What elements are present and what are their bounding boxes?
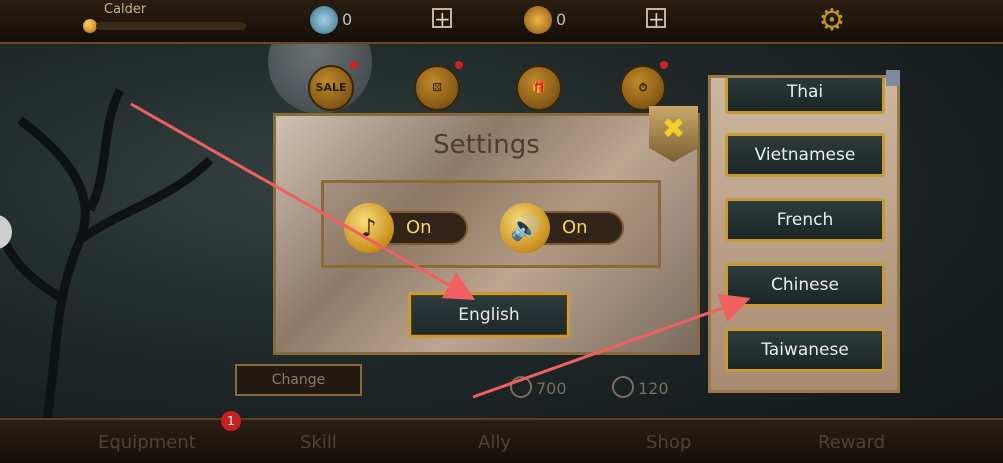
- notification-badge: 1: [221, 411, 241, 431]
- settings-panel: Settings ♪ On 🔊 On English: [273, 113, 700, 355]
- gift-icon[interactable]: 🎁: [516, 65, 562, 111]
- tab-reward[interactable]: Reward: [818, 432, 885, 453]
- change-button[interactable]: Change: [235, 364, 362, 396]
- language-list[interactable]: Thai Vietnamese French Chinese Taiwanese: [708, 75, 900, 393]
- close-icon: ✖: [661, 112, 686, 145]
- music-toggle[interactable]: ♪ On: [344, 203, 468, 253]
- music-note-icon: ♪: [344, 203, 394, 253]
- gem-icon: [310, 6, 338, 34]
- speaker-icon: 🔊: [500, 203, 550, 253]
- bottom-nav: Equipment Skill Ally Shop Reward: [0, 418, 1003, 463]
- coin-icon: [524, 6, 552, 34]
- sound-toggle[interactable]: 🔊 On: [500, 203, 624, 253]
- stat-two-value: 120: [638, 379, 669, 398]
- sound-toggle-state: On: [562, 217, 588, 238]
- add-gems-button[interactable]: +: [432, 8, 452, 29]
- notification-dot: [455, 61, 463, 69]
- player-name: Calder: [104, 2, 147, 17]
- coin-counter: 0: [524, 6, 634, 34]
- language-option-chinese[interactable]: Chinese: [725, 263, 885, 307]
- tab-shop[interactable]: Shop: [646, 432, 691, 453]
- language-option-vietnamese[interactable]: Vietnamese: [725, 133, 885, 177]
- player-level-orb-icon: [83, 19, 97, 33]
- coin-value: 0: [556, 10, 567, 29]
- stat-one-icon: [510, 376, 532, 398]
- tab-equipment[interactable]: Equipment: [98, 432, 196, 453]
- stat-one: 700: [510, 376, 567, 398]
- language-option-french[interactable]: French: [725, 198, 885, 242]
- top-bar: Calder 0 + 0 + ⚙: [0, 0, 1003, 44]
- tab-ally[interactable]: Ally: [478, 432, 511, 453]
- language-option-thai[interactable]: Thai: [725, 78, 885, 114]
- gem-value: 0: [342, 10, 353, 29]
- stat-one-value: 700: [536, 379, 567, 398]
- stat-two-icon: [612, 376, 634, 398]
- gem-counter: 0: [310, 6, 420, 34]
- language-list-scrollbar[interactable]: [886, 70, 900, 86]
- settings-title: Settings: [433, 130, 540, 160]
- notification-dot: [350, 61, 358, 69]
- gear-icon[interactable]: ⚙: [818, 6, 846, 36]
- add-coins-button[interactable]: +: [646, 8, 666, 29]
- tab-skill[interactable]: Skill: [300, 432, 337, 453]
- music-toggle-state: On: [406, 217, 432, 238]
- sale-icon[interactable]: SALE: [308, 65, 354, 111]
- clock-shield-icon[interactable]: ⏱: [620, 65, 666, 111]
- player-xp-bar: [96, 22, 246, 30]
- language-option-taiwanese[interactable]: Taiwanese: [725, 328, 885, 372]
- dice-icon[interactable]: ⚄: [414, 65, 460, 111]
- stat-two: 120: [612, 376, 669, 398]
- language-select-button[interactable]: English: [408, 292, 570, 338]
- audio-toggles-box: ♪ On 🔊 On: [321, 180, 661, 268]
- dead-tree-decoration: [0, 87, 214, 460]
- notification-dot: [660, 61, 668, 69]
